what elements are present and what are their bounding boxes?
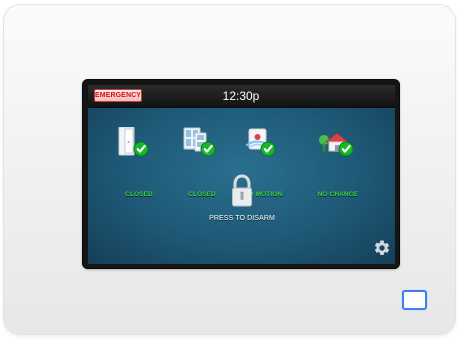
gear-icon[interactable] <box>373 239 391 257</box>
clock: 12:30p <box>222 89 260 103</box>
emergency-button[interactable]: EMERGENCY <box>94 89 142 102</box>
door-status-label: CLOSED <box>125 191 153 198</box>
window-icon <box>183 127 216 157</box>
disarm-lock-button[interactable]: PRESS TO DISARM <box>192 174 292 226</box>
home-icon <box>319 132 354 157</box>
touchscreen: EMERGENCY 12:30p CLOSED CLOSED NO MOTION… <box>88 85 395 264</box>
home-status-tile[interactable]: NO CHANGE <box>306 127 370 198</box>
disarm-label: PRESS TO DISARM <box>209 215 275 222</box>
motion-sensor-icon <box>246 128 276 157</box>
window-status-tile[interactable]: CLOSED <box>170 127 234 198</box>
door-status-tile[interactable]: CLOSED <box>107 127 171 198</box>
status-square-icon <box>402 290 427 310</box>
motion-status-tile[interactable]: NO MOTION <box>231 127 295 198</box>
top-bar: EMERGENCY 12:30p <box>88 85 395 108</box>
touchscreen-device: EMERGENCY 12:30p CLOSED CLOSED NO MOTION… <box>4 5 455 334</box>
door-icon <box>118 127 149 157</box>
padlock-icon <box>232 174 252 207</box>
home-status-label: NO CHANGE <box>317 191 359 198</box>
